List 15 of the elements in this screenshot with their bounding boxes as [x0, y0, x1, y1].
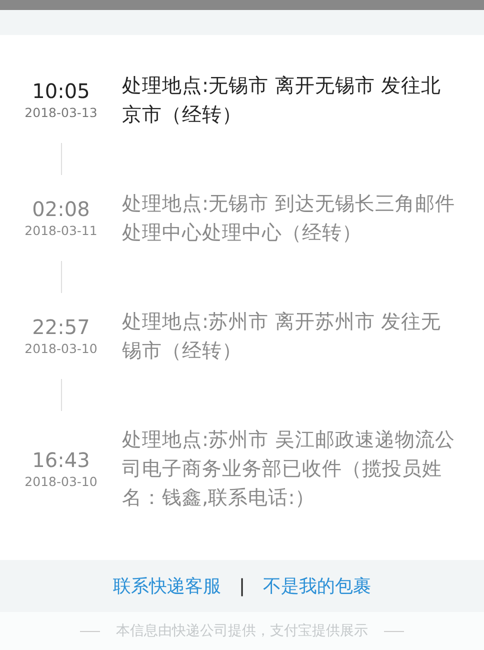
event-date: 2018-03-11 [24, 222, 98, 240]
event-date: 2018-03-10 [24, 340, 98, 358]
event-time: 02:08 [31, 196, 91, 222]
event-description: 处理地点:无锡市 离开无锡市 发往北京市（经转） [122, 73, 442, 128]
event-time: 16:43 [31, 446, 91, 472]
event-time: 10:05 [31, 78, 91, 104]
separator: | [238, 574, 246, 598]
event-description: 处理地点:苏州市 吴江邮政速递物流公司电子商务业务部已收件（揽投员姓名：钱鑫,联系电话:） [122, 427, 456, 511]
not-my-package-link[interactable]: 不是我的包裹 [263, 572, 372, 600]
customer-service-link[interactable]: 联系快递客服 [112, 572, 221, 600]
event-date: 2018-03-10 [24, 472, 98, 490]
event-description: 处理地点:苏州市 离开苏州市 发往无锡市（经转） [122, 309, 442, 364]
event-time: 22:57 [31, 314, 91, 340]
event-description: 处理地点:无锡市 到达无锡长三角邮件处理中心处理中心（经转） [122, 191, 456, 246]
event-date: 2018-03-13 [24, 104, 98, 122]
